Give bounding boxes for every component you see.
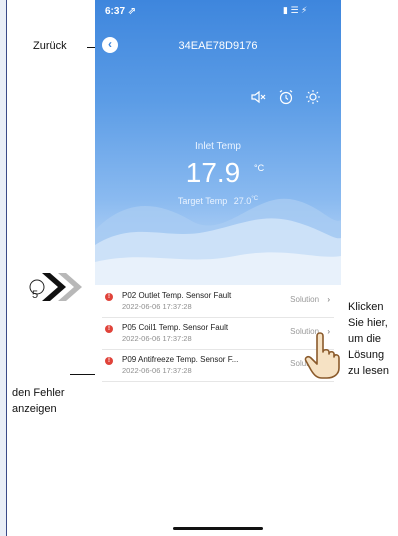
fault-row[interactable]: ! P09 Antifreeze Temp. Sensor F... 2022-…: [102, 350, 334, 382]
errors-annotation-line1: den Fehler: [12, 387, 65, 399]
inlet-temp-label: Inlet Temp: [195, 141, 241, 152]
chevron-right-icon: ›: [327, 295, 330, 304]
phone-screen: 6:37 ⇗ ▮ ☰ ⚡ ‹ 34EAE78D9176 Inlet Temp 1…: [95, 0, 341, 536]
click-annotation-line1: Klicken: [348, 301, 384, 313]
inlet-temp-unit: °C: [254, 163, 265, 173]
solution-button[interactable]: Solution ›: [290, 295, 330, 304]
mute-icon[interactable]: [250, 88, 268, 106]
fault-name: P05 Coil1 Temp. Sensor Fault: [122, 323, 229, 332]
click-annotation-line4: Lösung: [348, 349, 385, 361]
home-indicator[interactable]: [173, 527, 263, 530]
target-temp-row: Target Temp 27.0°C: [95, 196, 341, 206]
alarm-clock-icon[interactable]: [277, 88, 295, 106]
fault-date: 2022-06-06 17:37:28: [122, 366, 192, 375]
errors-annotation-line2: anzeigen: [12, 403, 57, 415]
step-chevrons: 5: [28, 265, 90, 305]
back-annotation: Zurück: [33, 40, 67, 52]
step-number: 5: [32, 289, 39, 301]
left-border: [6, 0, 7, 536]
error-icon: !: [105, 293, 113, 301]
status-time: 6:37 ⇗: [105, 6, 137, 17]
fault-row[interactable]: ! P05 Coil1 Temp. Sensor Fault 2022-06-0…: [102, 318, 334, 350]
error-icon: !: [105, 357, 113, 365]
pointing-hand-icon: [303, 330, 343, 380]
status-indicators: ▮ ☰ ⚡: [283, 5, 308, 15]
click-annotation-line2: Sie hier,: [348, 317, 388, 329]
fault-name: P09 Antifreeze Temp. Sensor F...: [122, 355, 239, 364]
target-temp-label: Target Temp: [177, 196, 228, 206]
fault-list: ! P02 Outlet Temp. Sensor Fault 2022-06-…: [102, 286, 334, 382]
fault-date: 2022-06-06 17:37:28: [122, 302, 192, 311]
device-id-title: 34EAE78D9176: [178, 40, 258, 52]
target-temp-value: 27.0: [233, 196, 252, 206]
target-temp-unit: °C: [251, 196, 259, 202]
click-annotation-line3: um die: [348, 333, 382, 345]
click-annotation-line5: zu lesen: [348, 365, 389, 377]
inlet-temp-value: 17.9: [185, 157, 241, 188]
fault-name: P02 Outlet Temp. Sensor Fault: [122, 291, 232, 300]
hero-panel: 6:37 ⇗ ▮ ☰ ⚡ ‹ 34EAE78D9176 Inlet Temp 1…: [95, 0, 341, 285]
solution-label: Solution: [290, 295, 320, 304]
fault-date: 2022-06-06 17:37:28: [122, 334, 192, 343]
fault-row[interactable]: ! P02 Outlet Temp. Sensor Fault 2022-06-…: [102, 286, 334, 318]
error-icon: !: [105, 325, 113, 333]
sun-icon[interactable]: [304, 88, 322, 106]
